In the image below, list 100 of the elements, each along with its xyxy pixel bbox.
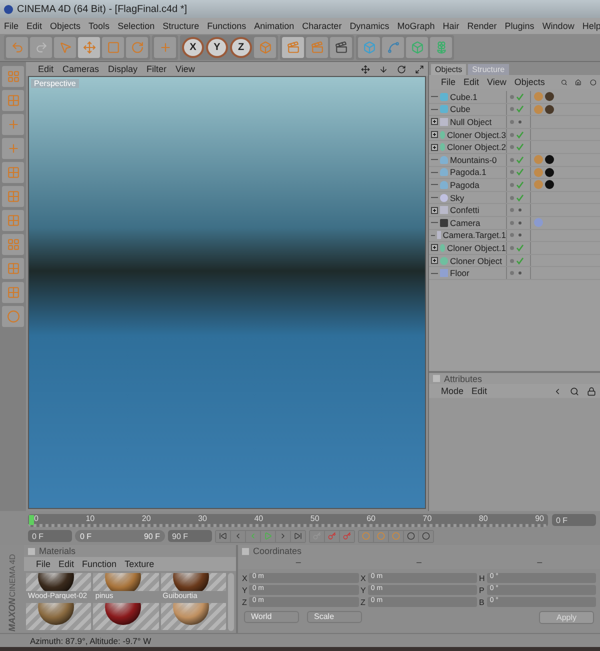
- menu-item[interactable]: Selection: [118, 21, 155, 31]
- check-icon[interactable]: [516, 194, 524, 202]
- rotate-tool-button[interactable]: [126, 37, 148, 58]
- menu-item[interactable]: Objects: [514, 77, 545, 87]
- tag-icon[interactable]: [545, 180, 554, 190]
- object-name[interactable]: Pagoda: [450, 180, 480, 190]
- home-icon[interactable]: [575, 78, 582, 86]
- transport-button[interactable]: [291, 530, 305, 542]
- menu-item[interactable]: Edit: [38, 64, 54, 74]
- dot-icon[interactable]: [516, 118, 524, 126]
- menu-item[interactable]: Texture: [124, 559, 154, 569]
- object-name[interactable]: Cube.1: [450, 92, 478, 102]
- menu-item[interactable]: File: [4, 21, 19, 31]
- record-button[interactable]: [325, 530, 339, 542]
- playhead[interactable]: [29, 514, 34, 524]
- expand-toggle[interactable]: [431, 131, 438, 138]
- menu-item[interactable]: Edit: [472, 386, 488, 396]
- material-swatch[interactable]: [26, 603, 92, 630]
- visibility-dot[interactable]: [510, 208, 514, 212]
- check-icon[interactable]: [516, 168, 524, 176]
- menu-item[interactable]: View: [487, 77, 506, 87]
- pointer-tool-button[interactable]: [54, 37, 76, 58]
- transport-button[interactable]: [246, 530, 260, 542]
- tag-icon[interactable]: [545, 104, 554, 114]
- menu-item[interactable]: Animation: [254, 21, 294, 31]
- zoom-view-icon[interactable]: [379, 64, 388, 74]
- current-frame-field[interactable]: 0 F: [552, 514, 596, 526]
- move-tool-button[interactable]: [78, 37, 100, 58]
- keyframe-button[interactable]: [419, 530, 433, 542]
- nurbs-button[interactable]: [406, 37, 428, 58]
- expand-toggle[interactable]: [431, 257, 438, 264]
- check-icon[interactable]: [516, 256, 524, 265]
- visibility-dot[interactable]: [510, 196, 514, 200]
- object-name[interactable]: Pagoda.1: [450, 167, 486, 178]
- check-icon[interactable]: [516, 180, 524, 189]
- check-icon[interactable]: [516, 156, 524, 164]
- cube-button[interactable]: [358, 37, 380, 58]
- material-swatch[interactable]: [160, 603, 226, 630]
- scale-tool-button[interactable]: [102, 37, 124, 58]
- scrollbar[interactable]: [228, 573, 234, 631]
- expand-toggle[interactable]: [431, 144, 438, 151]
- visibility-dot[interactable]: [510, 271, 514, 276]
- menu-item[interactable]: File: [441, 77, 456, 87]
- menu-item[interactable]: Function: [82, 559, 117, 569]
- panel-toggle[interactable]: [433, 375, 440, 382]
- object-name[interactable]: Sky: [450, 192, 464, 203]
- plus-tool-button[interactable]: [154, 37, 176, 58]
- mode-tool-button[interactable]: [2, 162, 24, 183]
- tag-icon[interactable]: [545, 155, 554, 164]
- visibility-dot[interactable]: [510, 158, 514, 162]
- keyframe-button[interactable]: [389, 530, 403, 542]
- object-name[interactable]: Cloner Object.1: [446, 242, 506, 253]
- menu-item[interactable]: Edit: [58, 559, 74, 569]
- visibility-dot[interactable]: [510, 132, 514, 137]
- object-name[interactable]: Mountains-0: [450, 154, 497, 165]
- axis-lock-button[interactable]: Z: [230, 37, 252, 58]
- keyframe-button[interactable]: [374, 530, 388, 542]
- panel-toggle[interactable]: [242, 548, 249, 554]
- menu-item[interactable]: Hair: [442, 21, 460, 31]
- render-settings-button[interactable]: [330, 37, 352, 58]
- menu-item[interactable]: Window: [542, 21, 574, 31]
- record-button[interactable]: [340, 530, 354, 542]
- menu-item[interactable]: Dynamics: [350, 21, 390, 31]
- menu-item[interactable]: Render: [467, 21, 497, 31]
- end-frame-field[interactable]: 90 F: [168, 530, 212, 542]
- object-name[interactable]: Floor: [450, 268, 470, 278]
- redo-button[interactable]: [30, 37, 52, 58]
- dot-icon[interactable]: [516, 218, 524, 227]
- back-icon[interactable]: [553, 386, 562, 396]
- spline-button[interactable]: [382, 37, 404, 58]
- menu-item[interactable]: MoGraph: [397, 21, 435, 31]
- visibility-dot[interactable]: [510, 182, 514, 187]
- preview-range-field[interactable]: 0 F 90 F: [75, 530, 165, 542]
- search-icon[interactable]: [560, 78, 568, 86]
- menu-item[interactable]: Filter: [146, 64, 167, 74]
- mode-tool-button[interactable]: [2, 210, 24, 231]
- visibility-dot[interactable]: [510, 233, 514, 238]
- menu-item[interactable]: Plugins: [504, 21, 534, 31]
- object-name[interactable]: Confetti: [450, 205, 480, 216]
- mode-tool-button[interactable]: [2, 282, 24, 303]
- object-name[interactable]: Cube: [450, 104, 470, 114]
- menu-item[interactable]: Edit: [464, 77, 480, 87]
- start-frame-field[interactable]: 0 F: [28, 530, 72, 542]
- panel-tab[interactable]: Objects: [431, 64, 466, 75]
- mode-tool-button[interactable]: [2, 234, 24, 255]
- transport-button[interactable]: [261, 530, 275, 542]
- transport-button[interactable]: [276, 530, 290, 542]
- check-icon[interactable]: [516, 92, 524, 101]
- check-icon[interactable]: [516, 105, 524, 114]
- expand-toggle[interactable]: [431, 118, 438, 126]
- mode-tool-button[interactable]: [2, 306, 24, 327]
- material-swatch[interactable]: [93, 603, 159, 630]
- move-view-icon[interactable]: [361, 64, 370, 74]
- menu-item[interactable]: Objects: [50, 21, 81, 31]
- object-name[interactable]: Camera.Target.1: [442, 230, 506, 240]
- dot-icon[interactable]: [516, 206, 524, 214]
- undo-button[interactable]: [6, 37, 28, 58]
- visibility-dot[interactable]: [510, 145, 514, 150]
- expand-toggle[interactable]: [431, 244, 438, 252]
- axis-lock-button[interactable]: X: [182, 37, 204, 58]
